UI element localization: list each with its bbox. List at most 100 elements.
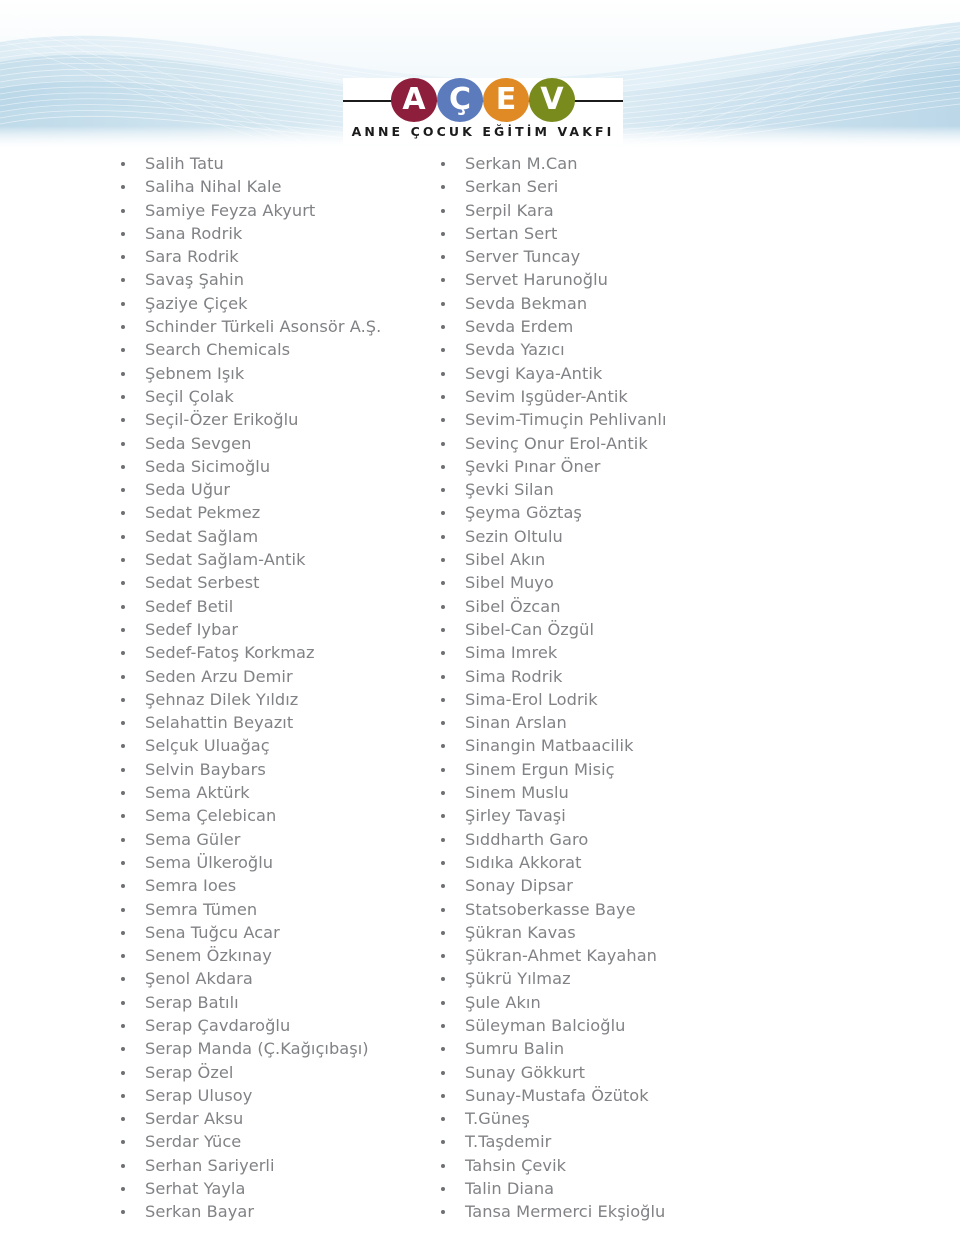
list-item: Samiye Feyza Akyurt: [118, 199, 420, 222]
list-item: Serhan Sariyerli: [118, 1154, 420, 1177]
list-item: Seda Sicimoğlu: [118, 455, 420, 478]
list-item: Sima Rodrik: [438, 665, 840, 688]
list-item: Selahattin Beyazıt: [118, 711, 420, 734]
logo-bubble-v: V: [529, 78, 575, 122]
list-item: Serap Ulusoy: [118, 1084, 420, 1107]
list-item: Sevim-Timuçin Pehlivanlı: [438, 408, 840, 431]
list-item: Sena Tuğcu Acar: [118, 921, 420, 944]
list-item: Sima-Erol Lodrik: [438, 688, 840, 711]
list-item: Sibel-Can Özgül: [438, 618, 840, 641]
list-item: Seda Sevgen: [118, 432, 420, 455]
list-item: Sara Rodrik: [118, 245, 420, 268]
name-columns: Salih Tatu Saliha Nihal Kale Samiye Feyza …: [0, 152, 960, 1224]
page-header: A Ç E V ANNE ÇOCUK EĞİTİM VAKFI: [0, 0, 960, 152]
list-item: Sevda Erdem: [438, 315, 840, 338]
list-item: Seçil-Özer Erikoğlu: [118, 408, 420, 431]
list-item: Serap Çavdaroğlu: [118, 1014, 420, 1037]
list-item: Sedat Serbest: [118, 571, 420, 594]
list-item: Sedef-Fatoş Korkmaz: [118, 641, 420, 664]
list-item: Serpil Kara: [438, 199, 840, 222]
list-item: Sinangin Matbaacilik: [438, 734, 840, 757]
name-column-right: Serkan M.Can Serkan Seri Serpil Kara Sertan…: [420, 152, 840, 1224]
list-item: Sezin Oltulu: [438, 525, 840, 548]
list-item: Salih Tatu: [118, 152, 420, 175]
list-item: Şule Akın: [438, 991, 840, 1014]
name-list-left: Salih Tatu Saliha Nihal Kale Samiye Feyza …: [118, 152, 420, 1224]
list-item: Sevim Işgüder-Antik: [438, 385, 840, 408]
list-item: Sinem Ergun Misiç: [438, 758, 840, 781]
list-item: Sibel Muyo: [438, 571, 840, 594]
list-item: Sunay Gökkurt: [438, 1061, 840, 1084]
list-item: Sunay-Mustafa Özütok: [438, 1084, 840, 1107]
list-item: Sema Güler: [118, 828, 420, 851]
list-item: Serkan Seri: [438, 175, 840, 198]
list-item: T.Taşdemir: [438, 1130, 840, 1153]
list-item: Serap Batılı: [118, 991, 420, 1014]
list-item: Sima Imrek: [438, 641, 840, 664]
list-item: Sinem Muslu: [438, 781, 840, 804]
list-item: Sema Aktürk: [118, 781, 420, 804]
list-item: Sevda Bekman: [438, 292, 840, 315]
list-item: Sibel Akın: [438, 548, 840, 571]
logo-bubble-e: E: [483, 78, 529, 122]
list-item: T.Güneş: [438, 1107, 840, 1130]
list-item: Schinder Türkeli Asonsör A.Ş.: [118, 315, 420, 338]
list-item: Şükran-Ahmet Kayahan: [438, 944, 840, 967]
list-item: Tansa Mermerci Ekşioğlu: [438, 1200, 840, 1223]
list-item: Seden Arzu Demir: [118, 665, 420, 688]
list-item: Search Chemicals: [118, 338, 420, 361]
list-item: Sema Ülkeroğlu: [118, 851, 420, 874]
list-item: Şükrü Yılmaz: [438, 967, 840, 990]
list-item: Seda Uğur: [118, 478, 420, 501]
logo-letter-bubbles: A Ç E V: [391, 78, 575, 122]
list-item: Tahsin Çevik: [438, 1154, 840, 1177]
list-item: Şevki Pınar Öner: [438, 455, 840, 478]
list-item: Sertan Sert: [438, 222, 840, 245]
list-item: Sevinç Onur Erol-Antik: [438, 432, 840, 455]
list-item: Serap Manda (Ç.Kağıçıbaşı): [118, 1037, 420, 1060]
list-item: Sedat Pekmez: [118, 501, 420, 524]
list-item: Sevgi Kaya-Antik: [438, 362, 840, 385]
list-item: Şeyma Göztaş: [438, 501, 840, 524]
acev-logo-mark: A Ç E V: [343, 78, 623, 122]
list-item: Statsoberkasse Baye: [438, 898, 840, 921]
list-item: Şenol Akdara: [118, 967, 420, 990]
logo-bubble-c: Ç: [437, 78, 483, 122]
list-item: Saliha Nihal Kale: [118, 175, 420, 198]
list-item: Şebnem Işık: [118, 362, 420, 385]
list-item: Serap Özel: [118, 1061, 420, 1084]
list-item: Semra Ioes: [118, 874, 420, 897]
list-item: Sana Rodrik: [118, 222, 420, 245]
list-item: Serkan Bayar: [118, 1200, 420, 1223]
list-item: Şaziye Çiçek: [118, 292, 420, 315]
list-item: Sumru Balin: [438, 1037, 840, 1060]
list-item: Seçil Çolak: [118, 385, 420, 408]
logo-bubble-a: A: [391, 78, 437, 122]
list-item: Serhat Yayla: [118, 1177, 420, 1200]
list-item: Şevki Silan: [438, 478, 840, 501]
acev-logo: A Ç E V ANNE ÇOCUK EĞİTİM VAKFI: [343, 78, 623, 144]
name-column-left: Salih Tatu Saliha Nihal Kale Samiye Feyza …: [0, 152, 420, 1224]
list-item: Sıdıka Akkorat: [438, 851, 840, 874]
list-item: Senem Özkınay: [118, 944, 420, 967]
list-item: Talin Diana: [438, 1177, 840, 1200]
list-item: Sedat Sağlam-Antik: [118, 548, 420, 571]
list-item: Sema Çelebican: [118, 804, 420, 827]
list-item: Şirley Tavaşi: [438, 804, 840, 827]
list-item: Server Tuncay: [438, 245, 840, 268]
list-item: Şükran Kavas: [438, 921, 840, 944]
list-item: Selvin Baybars: [118, 758, 420, 781]
list-item: Sonay Dipsar: [438, 874, 840, 897]
name-list-right: Serkan M.Can Serkan Seri Serpil Kara Sertan…: [438, 152, 840, 1224]
logo-tagline: ANNE ÇOCUK EĞİTİM VAKFI: [351, 124, 615, 139]
list-item: Selçuk Uluağaç: [118, 734, 420, 757]
list-item: Semra Tümen: [118, 898, 420, 921]
list-item: Sedat Sağlam: [118, 525, 420, 548]
list-item: Sedef Iybar: [118, 618, 420, 641]
list-item: Sevda Yazıcı: [438, 338, 840, 361]
list-item: Sinan Arslan: [438, 711, 840, 734]
list-item: Sedef Betil: [118, 595, 420, 618]
list-item: Serdar Yüce: [118, 1130, 420, 1153]
list-item: Savaş Şahin: [118, 268, 420, 291]
list-item: Serkan M.Can: [438, 152, 840, 175]
